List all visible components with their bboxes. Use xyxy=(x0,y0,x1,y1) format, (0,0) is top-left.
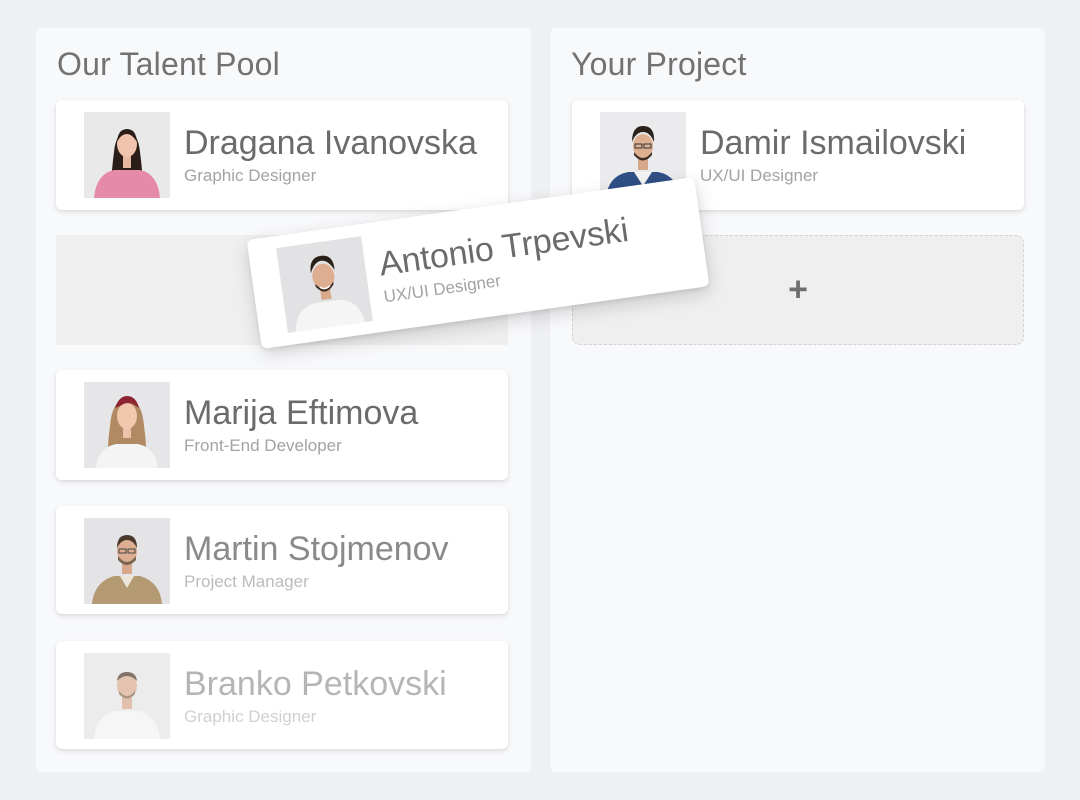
talent-name: Martin Stojmenov xyxy=(184,530,449,568)
project-member-role: UX/UI Designer xyxy=(700,166,819,185)
project-member-name: Damir Ismailovski xyxy=(700,124,967,162)
avatar-dragana xyxy=(84,112,170,198)
talent-card-branko[interactable]: Branko Petkovski Graphic Designer xyxy=(56,641,508,749)
dragged-member-name: Antonio Trpevski xyxy=(376,210,631,284)
talent-card-marija[interactable]: Marija Eftimova Front-End Developer xyxy=(56,370,508,480)
avatar-marija xyxy=(84,382,170,468)
talent-pool-panel: Our Talent Pool Dragana Ivanovska Graphi… xyxy=(36,28,531,772)
avatar-branko xyxy=(84,653,170,739)
talent-role: Graphic Designer xyxy=(184,166,317,185)
talent-role: Front-End Developer xyxy=(184,436,342,455)
project-title: Your Project xyxy=(571,46,747,82)
talent-name: Dragana Ivanovska xyxy=(184,124,477,162)
avatar-antonio xyxy=(275,236,374,334)
talent-role: Project Manager xyxy=(184,572,309,591)
avatar-martin xyxy=(84,518,170,604)
talent-role: Graphic Designer xyxy=(184,707,317,726)
talent-name: Branko Petkovski xyxy=(184,665,447,703)
talent-pool-title: Our Talent Pool xyxy=(57,46,280,82)
project-panel: Your Project Damir Ismailovski UX/UI Des… xyxy=(550,28,1045,772)
talent-card-dragana[interactable]: Dragana Ivanovska Graphic Designer xyxy=(56,100,508,210)
talent-card-martin[interactable]: Martin Stojmenov Project Manager xyxy=(56,506,508,614)
talent-name: Marija Eftimova xyxy=(184,394,419,432)
plus-icon: + xyxy=(788,270,808,309)
